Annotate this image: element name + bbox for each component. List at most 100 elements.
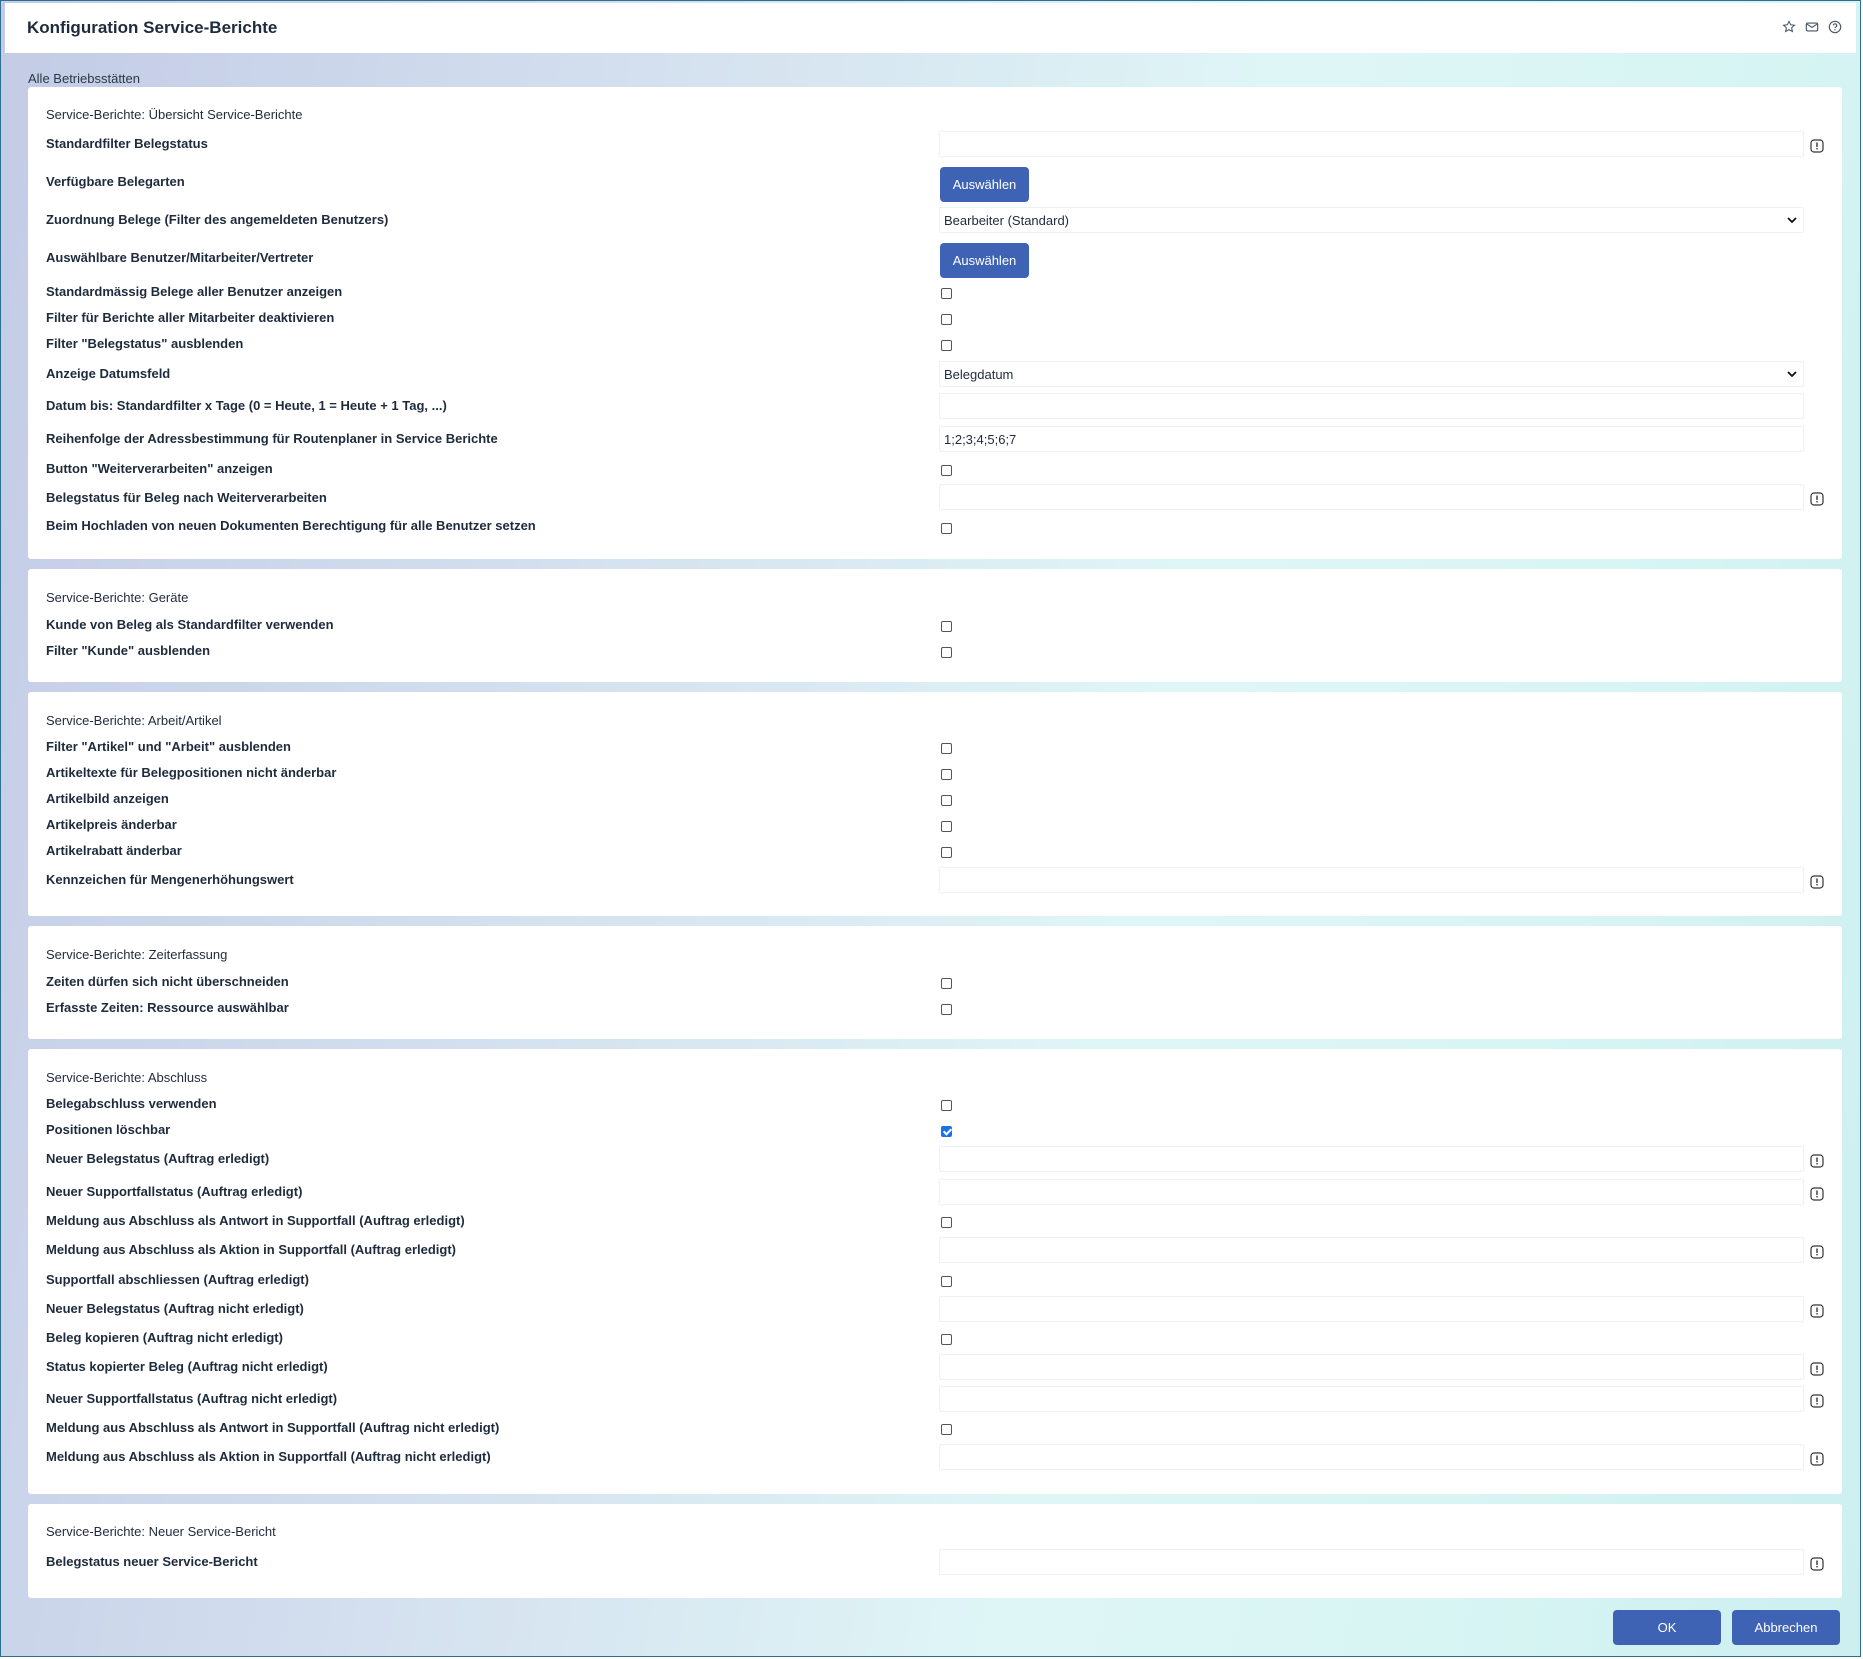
field-label: Filter "Kunde" ausblenden <box>46 643 211 658</box>
copy-document-checkbox[interactable] <box>941 1334 952 1345</box>
hide-status-filter-checkbox[interactable] <box>941 340 952 351</box>
info-icon[interactable] <box>1810 1452 1824 1466</box>
field-label: Auswählbare Benutzer/Mitarbeiter/Vertret… <box>46 250 314 265</box>
select-document-types-button[interactable]: Auswählen <box>940 167 1029 202</box>
assignment-select-value: Bearbeiter (Standard) <box>944 212 1070 228</box>
scope-label: Alle Betriebsstätten <box>28 71 141 86</box>
info-icon[interactable] <box>1810 139 1824 153</box>
message-as-answer-done-checkbox[interactable] <box>941 1217 952 1228</box>
field-label: Neuer Belegstatus (Auftrag nicht erledig… <box>46 1301 304 1316</box>
select-users-button[interactable]: Auswählen <box>940 243 1029 278</box>
field-label: Beleg kopieren (Auftrag nicht erledigt) <box>46 1330 283 1345</box>
show-all-users-checkbox[interactable] <box>941 288 952 299</box>
info-icon[interactable] <box>1810 875 1824 889</box>
section-title: Service-Berichte: Geräte <box>46 590 189 605</box>
date-until-input[interactable] <box>939 393 1804 419</box>
article-price-editable-checkbox[interactable] <box>941 821 952 832</box>
standard-filter-status-input[interactable] <box>939 131 1804 157</box>
field-label: Meldung aus Abschluss als Aktion in Supp… <box>46 1242 457 1257</box>
assignment-select[interactable]: Bearbeiter (Standard) <box>939 207 1804 233</box>
status-after-continue-input[interactable] <box>939 484 1804 510</box>
address-order-input[interactable]: 1;2;3;4;5;6;7 <box>939 426 1804 452</box>
field-label: Reihenfolge der Adressbestimmung für Rou… <box>46 431 498 446</box>
section-title: Service-Berichte: Neuer Service-Bericht <box>46 1524 276 1539</box>
upload-permission-checkbox[interactable] <box>941 523 952 534</box>
section-time-tracking: Service-Berichte: Zeiterfassung Zeiten d… <box>28 926 1842 1039</box>
help-icon[interactable] <box>1827 19 1842 34</box>
date-field-select-value: Belegdatum <box>944 366 1014 382</box>
field-label: Zeiten dürfen sich nicht überschneiden <box>46 974 289 989</box>
no-time-overlap-checkbox[interactable] <box>941 978 952 989</box>
info-icon[interactable] <box>1810 1394 1824 1408</box>
chevron-down-icon <box>1787 371 1797 378</box>
new-support-status-not-done-input[interactable] <box>939 1386 1804 1412</box>
section-completion: Service-Berichte: Abschluss Belegabschlu… <box>28 1049 1842 1494</box>
field-label: Filter für Berichte aller Mitarbeiter de… <box>46 310 335 325</box>
field-label: Positionen löschbar <box>46 1122 171 1137</box>
message-as-action-not-done-input[interactable] <box>939 1444 1804 1470</box>
title-bar: Konfiguration Service-Berichte <box>5 3 1856 53</box>
section-overview: Service-Berichte: Übersicht Service-Beri… <box>28 87 1842 559</box>
hide-customer-filter-checkbox[interactable] <box>941 647 952 658</box>
field-label: Status kopierter Beleg (Auftrag nicht er… <box>46 1359 328 1374</box>
info-icon[interactable] <box>1810 1187 1824 1201</box>
field-label: Meldung aus Abschluss als Antwort in Sup… <box>46 1213 465 1228</box>
field-label: Artikelbild anzeigen <box>46 791 169 806</box>
field-label: Artikelpreis änderbar <box>46 817 177 832</box>
dialog-window: Konfiguration Service-Berichte Alle Betr… <box>0 0 1861 1657</box>
disable-employee-filter-checkbox[interactable] <box>941 314 952 325</box>
field-label: Standardfilter Belegstatus <box>46 136 208 151</box>
info-icon[interactable] <box>1810 1362 1824 1376</box>
info-icon[interactable] <box>1810 492 1824 506</box>
section-work-items: Service-Berichte: Arbeit/Artikel Filter … <box>28 692 1842 916</box>
ok-button[interactable]: OK <box>1613 1610 1721 1645</box>
cancel-button[interactable]: Abbrechen <box>1732 1610 1840 1645</box>
show-article-image-checkbox[interactable] <box>941 795 952 806</box>
info-icon[interactable] <box>1810 1154 1824 1168</box>
quantity-increase-flag-input[interactable] <box>939 867 1804 893</box>
field-label: Zuordnung Belege (Filter des angemeldete… <box>46 212 389 227</box>
mail-icon[interactable] <box>1804 19 1819 34</box>
section-title: Service-Berichte: Arbeit/Artikel <box>46 713 222 728</box>
info-icon[interactable] <box>1810 1304 1824 1318</box>
section-new-report: Service-Berichte: Neuer Service-Bericht … <box>28 1504 1842 1598</box>
positions-deletable-checkbox[interactable] <box>941 1126 952 1137</box>
field-label: Erfasste Zeiten: Ressource auswählbar <box>46 1000 289 1015</box>
field-label: Artikelrabatt änderbar <box>46 843 182 858</box>
use-document-completion-checkbox[interactable] <box>941 1100 952 1111</box>
article-text-locked-checkbox[interactable] <box>941 769 952 780</box>
chevron-down-icon <box>1787 217 1797 224</box>
address-order-value: 1;2;3;4;5;6;7 <box>944 431 1017 447</box>
field-label: Standardmässig Belege aller Benutzer anz… <box>46 284 343 299</box>
customer-default-filter-checkbox[interactable] <box>941 621 952 632</box>
new-status-not-done-input[interactable] <box>939 1296 1804 1322</box>
field-label: Artikeltexte für Belegpositionen nicht ä… <box>46 765 337 780</box>
hide-article-work-filter-checkbox[interactable] <box>941 743 952 754</box>
new-status-done-input[interactable] <box>939 1146 1804 1172</box>
info-icon[interactable] <box>1810 1245 1824 1259</box>
close-support-case-checkbox[interactable] <box>941 1276 952 1287</box>
star-icon[interactable] <box>1781 19 1796 34</box>
show-continue-button-checkbox[interactable] <box>941 465 952 476</box>
date-field-select[interactable]: Belegdatum <box>939 361 1804 387</box>
message-as-action-done-input[interactable] <box>939 1237 1804 1263</box>
field-label: Kunde von Beleg als Standardfilter verwe… <box>46 617 334 632</box>
field-label: Filter "Belegstatus" ausblenden <box>46 336 244 351</box>
field-label: Neuer Supportfallstatus (Auftrag nicht e… <box>46 1391 338 1406</box>
window-title: Konfiguration Service-Berichte <box>27 18 278 37</box>
new-report-status-input[interactable] <box>939 1549 1804 1575</box>
field-label: Meldung aus Abschluss als Antwort in Sup… <box>46 1420 500 1435</box>
section-devices: Service-Berichte: Geräte Kunde von Beleg… <box>28 569 1842 682</box>
resource-selectable-checkbox[interactable] <box>941 1004 952 1015</box>
section-title: Service-Berichte: Übersicht Service-Beri… <box>46 107 303 122</box>
field-label: Belegabschluss verwenden <box>46 1096 217 1111</box>
info-icon[interactable] <box>1810 1557 1824 1571</box>
title-icons <box>1781 19 1842 34</box>
copied-document-status-input[interactable] <box>939 1354 1804 1380</box>
field-label: Verfügbare Belegarten <box>46 174 185 189</box>
field-label: Datum bis: Standardfilter x Tage (0 = He… <box>46 398 447 413</box>
new-support-status-done-input[interactable] <box>939 1179 1804 1205</box>
field-label: Filter "Artikel" und "Arbeit" ausblenden <box>46 739 291 754</box>
article-discount-editable-checkbox[interactable] <box>941 847 952 858</box>
message-as-answer-not-done-checkbox[interactable] <box>941 1424 952 1435</box>
